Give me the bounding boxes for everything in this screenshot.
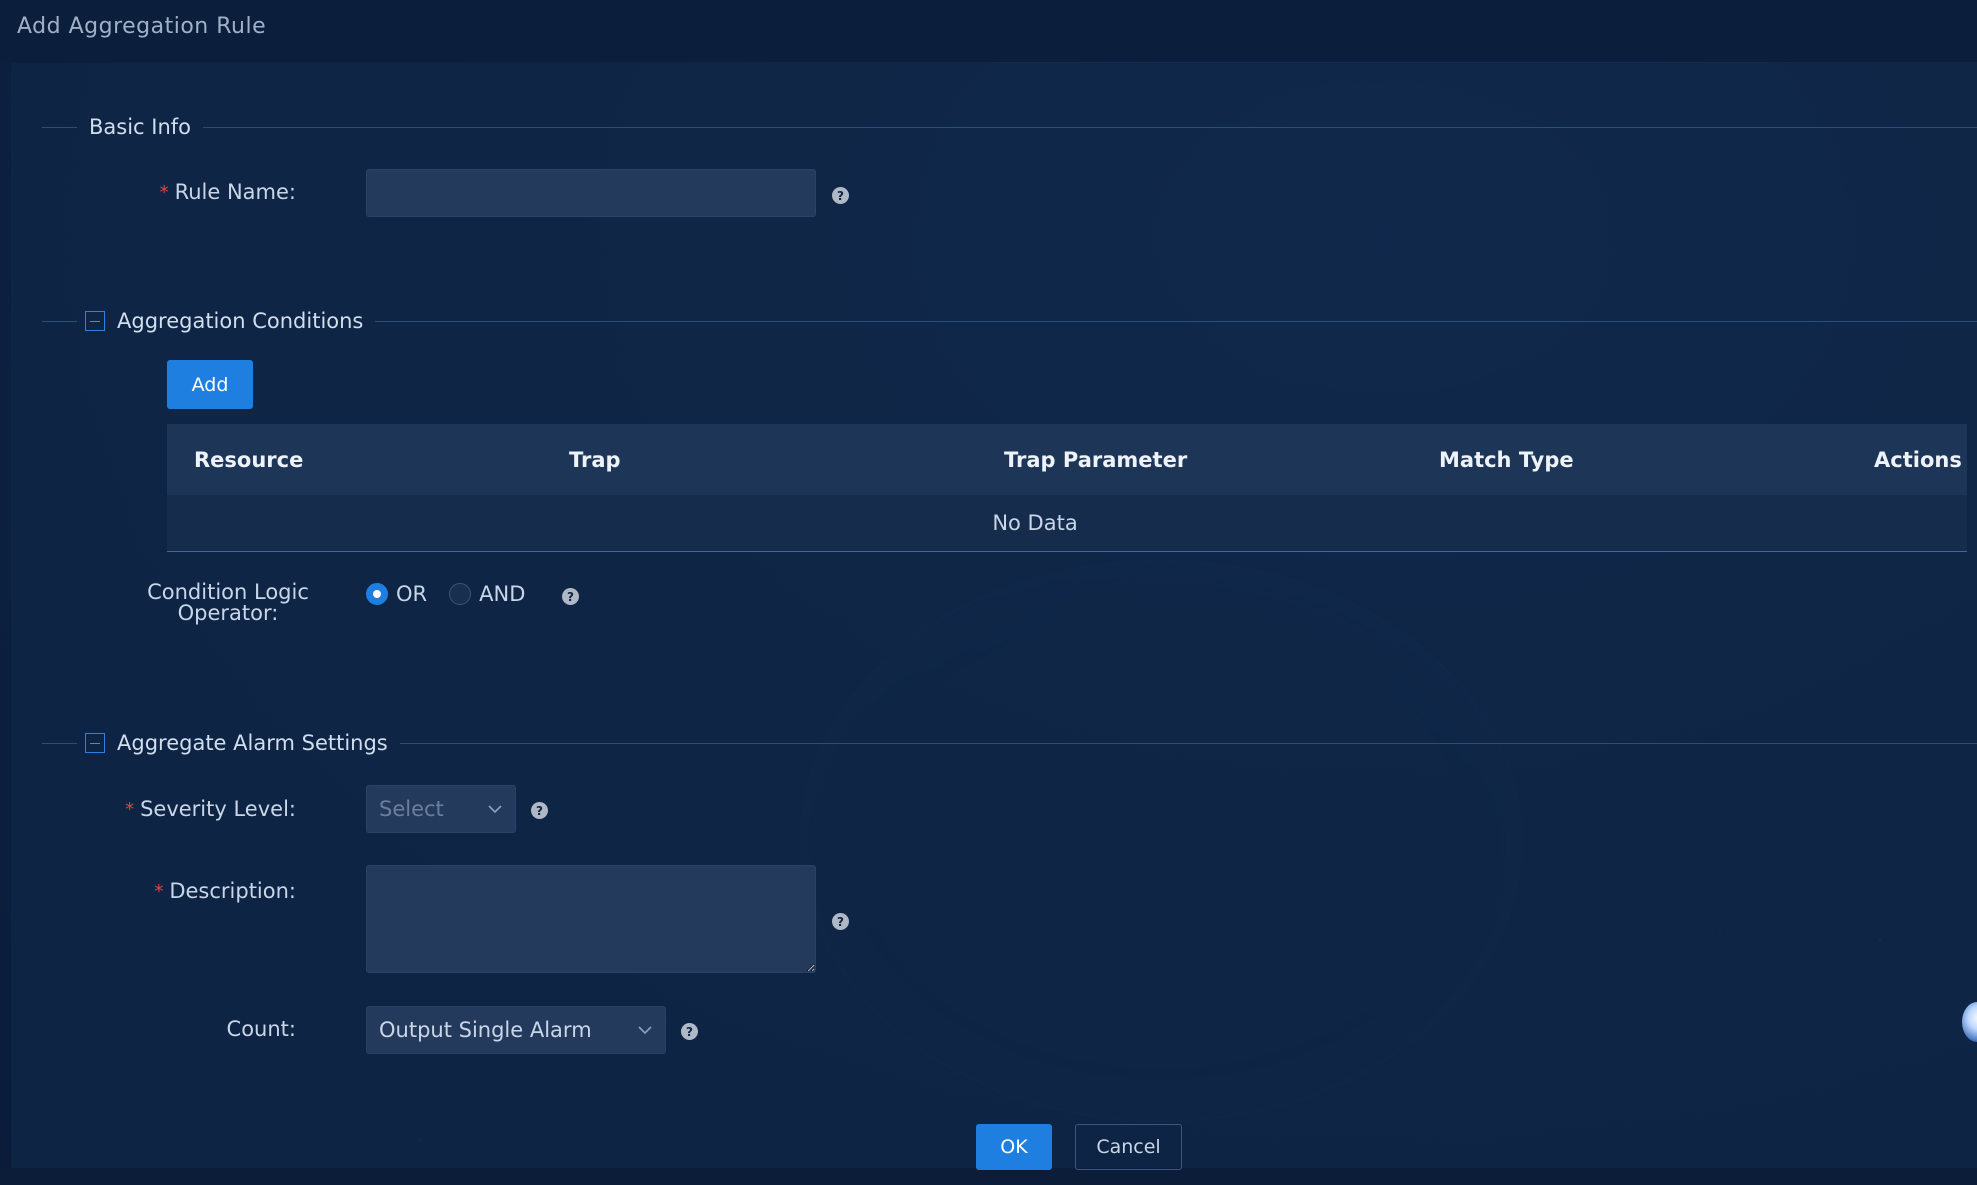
- section-title: Basic Info: [89, 115, 192, 139]
- logic-operator-label-line2: Operator:: [177, 601, 279, 625]
- column-header-resource[interactable]: Resource: [194, 448, 303, 472]
- description-label: * Description:: [120, 879, 296, 903]
- required-asterisk: *: [125, 799, 135, 820]
- help-icon[interactable]: ?: [562, 588, 579, 605]
- section-divider: [399, 742, 1977, 744]
- dialog-title: Add Aggregation Rule: [17, 14, 267, 39]
- radio-and[interactable]: AND: [449, 582, 525, 606]
- column-header-match-type[interactable]: Match Type: [1439, 448, 1574, 472]
- severity-level-label-text: Severity Level:: [140, 797, 296, 821]
- chevron-down-icon: [487, 801, 503, 817]
- ok-button[interactable]: OK: [976, 1124, 1052, 1170]
- collapse-icon[interactable]: [85, 733, 105, 753]
- radio-button-checked[interactable]: [366, 583, 388, 605]
- help-icon[interactable]: ?: [681, 1023, 698, 1040]
- section-divider-lead: [42, 742, 77, 744]
- severity-level-label: * Severity Level:: [100, 797, 296, 821]
- table-body: No Data: [167, 495, 1967, 552]
- section-divider: [203, 126, 1977, 128]
- description-textarea[interactable]: [366, 865, 816, 973]
- chevron-down-icon: [637, 1022, 653, 1038]
- select-value: Output Single Alarm: [379, 1018, 592, 1042]
- logic-operator-label-line1: Condition Logic: [147, 580, 309, 604]
- rule-name-label-text: Rule Name:: [174, 180, 296, 204]
- select-placeholder: Select: [379, 797, 444, 821]
- column-header-trap-parameter[interactable]: Trap Parameter: [1004, 448, 1187, 472]
- required-asterisk: *: [159, 182, 169, 203]
- logic-operator-radio-group: OR AND: [366, 582, 547, 606]
- section-aggregate-alarm-settings: Aggregate Alarm Settings: [42, 728, 1977, 758]
- count-select[interactable]: Output Single Alarm: [366, 1006, 666, 1054]
- help-icon[interactable]: ?: [832, 913, 849, 930]
- section-title: Aggregate Alarm Settings: [117, 731, 388, 755]
- radio-label: AND: [479, 582, 526, 606]
- bottom-strip: [0, 1168, 1977, 1185]
- collapse-icon[interactable]: [85, 311, 105, 331]
- cancel-button[interactable]: Cancel: [1075, 1124, 1182, 1170]
- section-divider-lead: [42, 320, 77, 322]
- required-asterisk: *: [154, 881, 164, 902]
- help-icon[interactable]: ?: [531, 802, 548, 819]
- section-aggregation-conditions: Aggregation Conditions: [42, 306, 1977, 336]
- column-header-trap[interactable]: Trap: [569, 448, 621, 472]
- radio-label: OR: [396, 582, 428, 606]
- rule-name-label: * Rule Name:: [120, 180, 296, 204]
- severity-level-select[interactable]: Select: [366, 785, 516, 833]
- table-header: Resource Trap Trap Parameter Match Type …: [167, 424, 1967, 495]
- radio-or[interactable]: OR: [366, 582, 427, 606]
- dialog-title-bar: Add Aggregation Rule: [0, 0, 1977, 62]
- radio-button[interactable]: [449, 583, 472, 605]
- column-header-actions: Actions: [1874, 447, 1962, 472]
- section-basic-info: Basic Info: [42, 112, 1977, 142]
- logic-operator-label: Condition Logic Operator:: [140, 582, 316, 624]
- rule-name-input[interactable]: [366, 169, 816, 217]
- description-label-text: Description:: [169, 879, 296, 903]
- help-icon[interactable]: ?: [832, 187, 849, 204]
- section-title: Aggregation Conditions: [117, 309, 364, 333]
- conditions-table: Resource Trap Trap Parameter Match Type …: [167, 424, 1967, 552]
- count-label: Count:: [226, 1017, 296, 1041]
- add-condition-button[interactable]: Add: [167, 360, 253, 409]
- section-divider: [375, 320, 1977, 322]
- empty-state-text: No Data: [992, 511, 1078, 535]
- section-divider-lead: [42, 126, 77, 128]
